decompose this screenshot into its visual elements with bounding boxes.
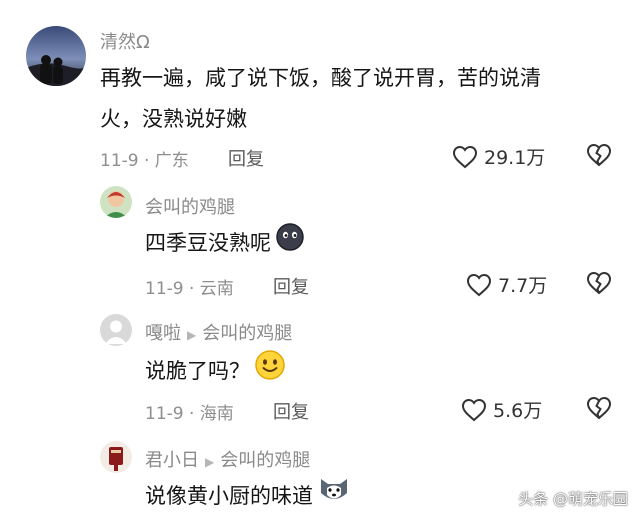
avatar[interactable] [26, 26, 86, 86]
avatar-image [100, 186, 132, 218]
comment-text-line: 说像黄小厨的味道 [145, 484, 313, 508]
like-count: 29.1万 [484, 147, 546, 169]
reply-arrow-icon: ▶ [187, 328, 197, 342]
dislike-button[interactable] [586, 143, 612, 171]
reply-button[interactable]: 回复 [228, 145, 264, 171]
comment-item: 清然Ω 再教一遍，咸了说下饭，酸了说开胃，苦的说清 火，没熟说好嫩 11-9 ·… [0, 0, 640, 180]
broken-heart-icon [586, 271, 612, 295]
reply-author[interactable]: 君小日 [145, 450, 199, 471]
comment-username[interactable]: 会叫的鸡腿 [145, 193, 235, 219]
reply-target[interactable]: 会叫的鸡腿 [202, 323, 292, 344]
dark-face-emoji [275, 222, 305, 266]
reply-button[interactable]: 回复 [273, 398, 309, 424]
like-count: 5.6万 [493, 400, 543, 422]
like-button[interactable]: 29.1万 [452, 143, 545, 170]
comment-meta: 11-9 · 云南 [145, 279, 234, 299]
comment-text: 说像黄小厨的味道 [145, 475, 351, 519]
smile-emoji [254, 349, 286, 395]
comment-text: 说脆了吗？ [145, 349, 286, 395]
comment-item: 会叫的鸡腿 四季豆没熟呢 11-9 · 云南 回复 7.7万 [0, 180, 640, 305]
avatar[interactable] [100, 186, 132, 218]
like-button[interactable]: 5.6万 [461, 396, 542, 423]
avatar-image [100, 441, 132, 473]
comment-text-line: 火，没熟说好嫩 [100, 107, 247, 131]
husky-emoji [317, 475, 351, 519]
reply-arrow-icon: ▶ [205, 455, 215, 469]
comment-text-line: 说脆了吗？ [145, 359, 250, 383]
comment-username: 嘎啦 ▶ 会叫的鸡腿 [145, 319, 292, 345]
like-button[interactable]: 7.7万 [466, 271, 547, 298]
default-avatar-icon [100, 314, 132, 346]
comment-text-line: 四季豆没熟呢 [145, 231, 271, 255]
comment-meta: 11-9 · 广东 [100, 151, 189, 171]
heart-icon [461, 398, 487, 421]
comment-username[interactable]: 清然Ω [100, 28, 150, 54]
comment-text-line: 再教一遍，咸了说下饭，酸了说开胃，苦的说清 [100, 66, 541, 90]
dislike-button[interactable] [586, 396, 612, 424]
reply-button[interactable]: 回复 [273, 273, 309, 299]
watermark: 头条 @萌宠乐园 [518, 490, 628, 508]
avatar[interactable] [100, 441, 132, 473]
comment-text: 四季豆没熟呢 [145, 222, 305, 266]
comment-username: 君小日 ▶ 会叫的鸡腿 [145, 446, 310, 472]
comment-item: 嘎啦 ▶ 会叫的鸡腿 说脆了吗？ 11-9 · 海南 回复 5.6万 [0, 305, 640, 435]
avatar[interactable] [100, 314, 132, 346]
dislike-button[interactable] [586, 271, 612, 299]
reply-author[interactable]: 嘎啦 [145, 323, 181, 344]
broken-heart-icon [586, 143, 612, 167]
reply-target[interactable]: 会叫的鸡腿 [220, 450, 310, 471]
broken-heart-icon [586, 396, 612, 420]
avatar-image [26, 26, 86, 86]
comment-text: 再教一遍，咸了说下饭，酸了说开胃，苦的说清 火，没熟说好嫩 [100, 58, 620, 140]
like-count: 7.7万 [498, 275, 548, 297]
heart-icon [452, 145, 478, 168]
comment-meta: 11-9 · 海南 [145, 404, 234, 424]
heart-icon [466, 273, 492, 296]
